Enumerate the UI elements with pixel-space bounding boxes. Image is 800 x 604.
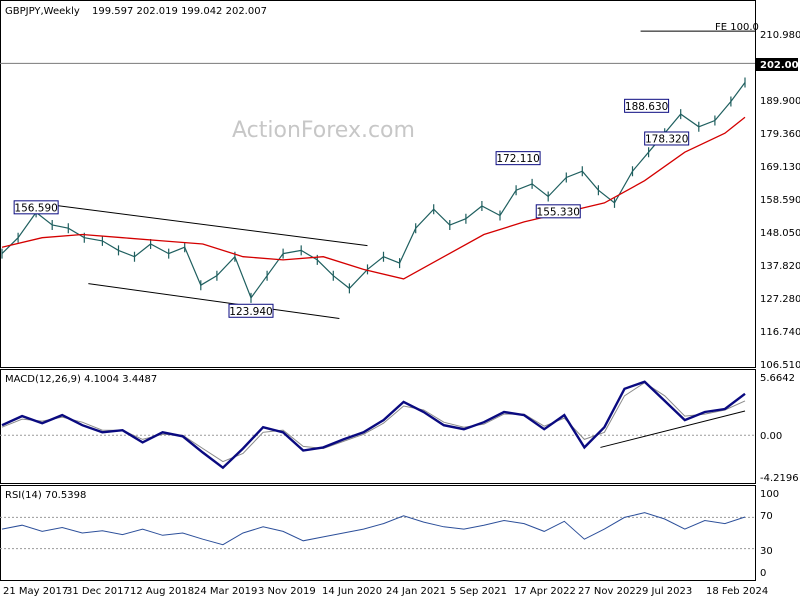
macd-series bbox=[1, 380, 746, 470]
price-y-axis: 210.980 189.900 179.360 169.130 158.590 … bbox=[756, 30, 800, 371]
rsi-y-axis: 100 70 30 0 bbox=[760, 489, 779, 579]
y-tick-label: 137.820 bbox=[760, 261, 800, 272]
x-tick-label: 24 Mar 2019 bbox=[194, 586, 257, 597]
macd-signal-series bbox=[1, 382, 746, 463]
x-tick-label: 3 Nov 2019 bbox=[258, 586, 316, 597]
y-tick-label: 169.130 bbox=[760, 162, 800, 173]
price-annotation: 123.940 bbox=[228, 303, 274, 318]
chart-window: GBPJPY,Weekly 199.597 202.019 199.042 20… bbox=[0, 0, 800, 600]
annotation-label: 178.320 bbox=[645, 133, 688, 145]
rsi-tick-label: 70 bbox=[760, 511, 773, 522]
price-series bbox=[1, 82, 746, 300]
x-tick-label: 5 Sep 2021 bbox=[450, 586, 507, 597]
watermark: ActionForex.com bbox=[232, 118, 415, 143]
rsi-tick-label: 0 bbox=[760, 568, 766, 579]
price-annotation: 178.320 bbox=[644, 131, 690, 146]
y-tick-label: 106.510 bbox=[760, 360, 800, 371]
x-tick-label: 9 Jul 2023 bbox=[642, 586, 692, 597]
series-lines bbox=[1, 77, 746, 546]
y-tick-label: 210.980 bbox=[760, 30, 800, 41]
chart-header-ohlc: 199.597 202.019 199.042 202.007 bbox=[92, 6, 267, 17]
channel-upper-line bbox=[36, 202, 368, 247]
channel-lower-line bbox=[88, 283, 340, 320]
x-tick-label: 17 Apr 2022 bbox=[514, 586, 576, 597]
x-axis: 21 May 2017 31 Dec 2017 12 Aug 2018 24 M… bbox=[3, 586, 768, 597]
y-tick-label: 127.280 bbox=[760, 294, 800, 305]
macd-tick-label: -4.2196 bbox=[760, 473, 799, 484]
x-tick-label: 27 Nov 2022 bbox=[578, 586, 642, 597]
annotation-label: 188.630 bbox=[625, 101, 668, 113]
price-annotation: 156.590 bbox=[13, 200, 59, 215]
price-annotation: 172.110 bbox=[495, 151, 541, 166]
y-tick-label: 158.590 bbox=[760, 195, 800, 206]
y-tick-label: 148.050 bbox=[760, 228, 800, 239]
y-tick-label: 189.900 bbox=[760, 96, 800, 107]
macd-y-axis: 5.6642 0.00 -4.2196 bbox=[760, 373, 799, 484]
macd-support-line bbox=[600, 410, 746, 448]
annotation-label: 172.110 bbox=[496, 153, 539, 165]
x-tick-label: 31 Dec 2017 bbox=[66, 586, 130, 597]
rsi-title: RSI(14) 70.5398 bbox=[5, 490, 86, 501]
price-annotation: 155.330 bbox=[535, 204, 581, 219]
rsi-tick-label: 30 bbox=[760, 546, 773, 557]
annotation-label: 123.940 bbox=[229, 306, 272, 318]
gbpjpy-weekly-chart: GBPJPY,Weekly 199.597 202.019 199.042 20… bbox=[0, 0, 800, 597]
macd-tick-label: 0.00 bbox=[760, 431, 782, 442]
annotation-label: 155.330 bbox=[537, 206, 580, 218]
x-tick-label: 21 May 2017 bbox=[3, 586, 68, 597]
chart-header-symbol: GBPJPY,Weekly bbox=[5, 6, 80, 17]
last-price-label: 202.007 bbox=[760, 60, 800, 71]
x-tick-label: 24 Jan 2021 bbox=[386, 586, 446, 597]
annotation-label: 156.590 bbox=[14, 202, 57, 214]
price-panel-frame bbox=[0, 0, 756, 368]
x-tick-label: 14 Jun 2020 bbox=[322, 586, 382, 597]
price-annotation: 188.630 bbox=[624, 98, 670, 113]
x-tick-label: 12 Aug 2018 bbox=[130, 586, 194, 597]
macd-tick-label: 5.6642 bbox=[760, 373, 795, 384]
rsi-tick-label: 100 bbox=[760, 489, 779, 500]
y-tick-label: 116.740 bbox=[760, 327, 800, 338]
y-tick-label: 179.360 bbox=[760, 129, 800, 140]
macd-title: MACD(12,26,9) 4.1004 3.4487 bbox=[5, 374, 157, 385]
x-tick-label: 18 Feb 2024 bbox=[706, 586, 768, 597]
